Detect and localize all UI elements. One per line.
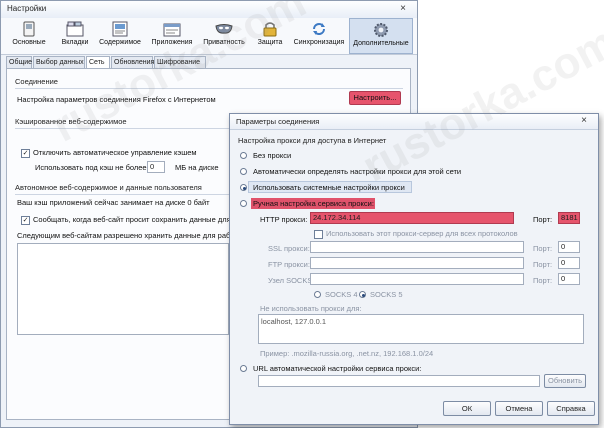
- preferences-toolbar: Основные Вкладки Содержимое Приложения П…: [1, 18, 417, 55]
- configure-connection-button[interactable]: Настроить...: [349, 91, 401, 105]
- auto-detect-radio[interactable]: [240, 168, 247, 175]
- ssl-port-input[interactable]: 0: [558, 241, 580, 253]
- ftp-proxy-label: FTP прокси:: [268, 260, 310, 269]
- cache-limit-unit: МБ на диске: [175, 163, 219, 172]
- http-proxy-label: HTTP прокси:: [260, 215, 308, 224]
- close-icon[interactable]: ×: [395, 3, 411, 15]
- toolbar-advanced[interactable]: Дополнительные: [349, 18, 413, 54]
- manual-proxy-label: Ручная настройка сервиса прокси:: [253, 199, 374, 208]
- cancel-button[interactable]: Отмена: [495, 401, 543, 416]
- manual-proxy-radio[interactable]: [240, 200, 247, 207]
- settings-window-title: Настройки: [7, 4, 47, 13]
- toolbar-label: Защита: [257, 39, 283, 46]
- ftp-port-label: Порт:: [533, 260, 553, 269]
- tabs-icon: [66, 21, 84, 37]
- no-proxy-for-input[interactable]: localhost, 127.0.0.1: [258, 314, 584, 344]
- ssl-port-label: Порт:: [533, 244, 553, 253]
- lock-icon: [263, 22, 277, 37]
- http-port-label: Порт:: [533, 215, 553, 224]
- cache-override-label: Отключить автоматическое управление кэше…: [33, 148, 197, 157]
- cache-section-title: Кэшированное веб-содержимое: [15, 117, 127, 126]
- gear-icon: [374, 23, 388, 37]
- toolbar-privacy[interactable]: Приватность: [201, 18, 247, 54]
- socks-host-input[interactable]: [310, 273, 524, 285]
- tab-data-choices[interactable]: Выбор данных: [33, 56, 85, 68]
- tab-general[interactable]: Общие: [6, 56, 32, 68]
- http-proxy-input[interactable]: 24.172.34.114: [310, 212, 514, 224]
- proxy-section-title: Настройка прокси для доступа в Интернет: [238, 136, 387, 145]
- socks-host-label: Узел SOCKS:: [268, 276, 315, 285]
- toolbar-general[interactable]: Основные: [9, 18, 49, 54]
- ok-button[interactable]: ОК: [443, 401, 491, 416]
- http-port-input[interactable]: 8181: [558, 212, 580, 224]
- toolbar-label: Приложения: [151, 39, 193, 46]
- no-proxy-for-label: Не использовать прокси для:: [260, 304, 362, 313]
- socks-port-label: Порт:: [533, 276, 553, 285]
- auto-config-url-label: URL автоматической настройки сервиса про…: [253, 364, 422, 373]
- dialog-title: Параметры соединения: [236, 117, 320, 126]
- offline-usage-text: Ваш кэш приложений сейчас занимает на ди…: [17, 198, 210, 207]
- socks4-radio[interactable]: [314, 291, 321, 298]
- cache-limit-label: Использовать под кэш не более: [35, 163, 147, 172]
- use-for-all-label: Использовать этот прокси-сервер для всех…: [326, 229, 518, 238]
- ssl-proxy-label: SSL прокси:: [268, 244, 310, 253]
- system-proxy-radio[interactable]: [240, 184, 247, 191]
- no-proxy-example: Пример: .mozilla-russia.org, .net.nz, 19…: [260, 349, 434, 358]
- toolbar-label: Основные: [12, 39, 46, 46]
- sync-icon: [313, 23, 325, 35]
- toolbar-applications[interactable]: Приложения: [147, 18, 197, 54]
- refresh-button[interactable]: Обновить: [544, 374, 586, 388]
- toolbar-label: Содержимое: [99, 39, 141, 46]
- no-proxy-label: Без прокси: [253, 151, 292, 160]
- toolbar-label: Приватность: [203, 39, 245, 46]
- ftp-proxy-input[interactable]: [310, 257, 524, 269]
- connection-settings-dialog: Параметры соединения × Настройка прокси …: [229, 113, 599, 425]
- auto-detect-label: Автоматически определять настройки прокс…: [253, 167, 462, 176]
- tab-updates[interactable]: Обновления: [111, 56, 154, 68]
- system-proxy-label: Использовать системные настройки прокси: [253, 183, 405, 192]
- applications-icon: [163, 23, 181, 37]
- no-proxy-radio[interactable]: [240, 152, 247, 159]
- connection-section-title: Соединение: [15, 77, 58, 86]
- ssl-proxy-input[interactable]: [310, 241, 524, 253]
- toolbar-content[interactable]: Содержимое: [97, 18, 143, 54]
- toolbar-label: Синхронизация: [293, 39, 345, 46]
- socks4-label: SOCKS 4: [325, 290, 358, 299]
- offline-notify-checkbox[interactable]: ✓: [21, 216, 30, 225]
- toolbar-label: Дополнительные: [353, 40, 409, 47]
- cache-override-checkbox[interactable]: ✓: [21, 149, 30, 158]
- content-icon: [112, 21, 128, 37]
- ftp-port-input[interactable]: 0: [558, 257, 580, 269]
- cache-limit-input[interactable]: 0: [147, 161, 165, 173]
- toolbar-label: Вкладки: [61, 39, 89, 46]
- help-button[interactable]: Справка: [547, 401, 595, 416]
- socks5-label: SOCKS 5: [370, 290, 403, 299]
- tab-encryption[interactable]: Шифрование: [154, 56, 206, 68]
- offline-sites-list[interactable]: [17, 243, 229, 335]
- socks5-radio[interactable]: [359, 291, 366, 298]
- switch-icon: [23, 21, 35, 37]
- connection-description: Настройка параметров соединения Firefox …: [17, 95, 216, 104]
- auto-config-url-radio[interactable]: [240, 365, 247, 372]
- offline-section-title: Автономное веб-содержимое и данные польз…: [15, 183, 202, 192]
- auto-config-url-input[interactable]: [258, 375, 540, 387]
- toolbar-tabs[interactable]: Вкладки: [55, 18, 95, 54]
- settings-title-bar: Настройки ×: [1, 1, 417, 19]
- mask-icon: [215, 24, 233, 34]
- toolbar-security[interactable]: Защита: [251, 18, 289, 54]
- dialog-title-bar: Параметры соединения ×: [230, 114, 598, 130]
- divider: [15, 88, 403, 89]
- close-icon[interactable]: ×: [576, 115, 592, 127]
- toolbar-sync[interactable]: Синхронизация: [291, 18, 347, 54]
- use-for-all-checkbox[interactable]: [314, 230, 323, 239]
- socks-port-input[interactable]: 0: [558, 273, 580, 285]
